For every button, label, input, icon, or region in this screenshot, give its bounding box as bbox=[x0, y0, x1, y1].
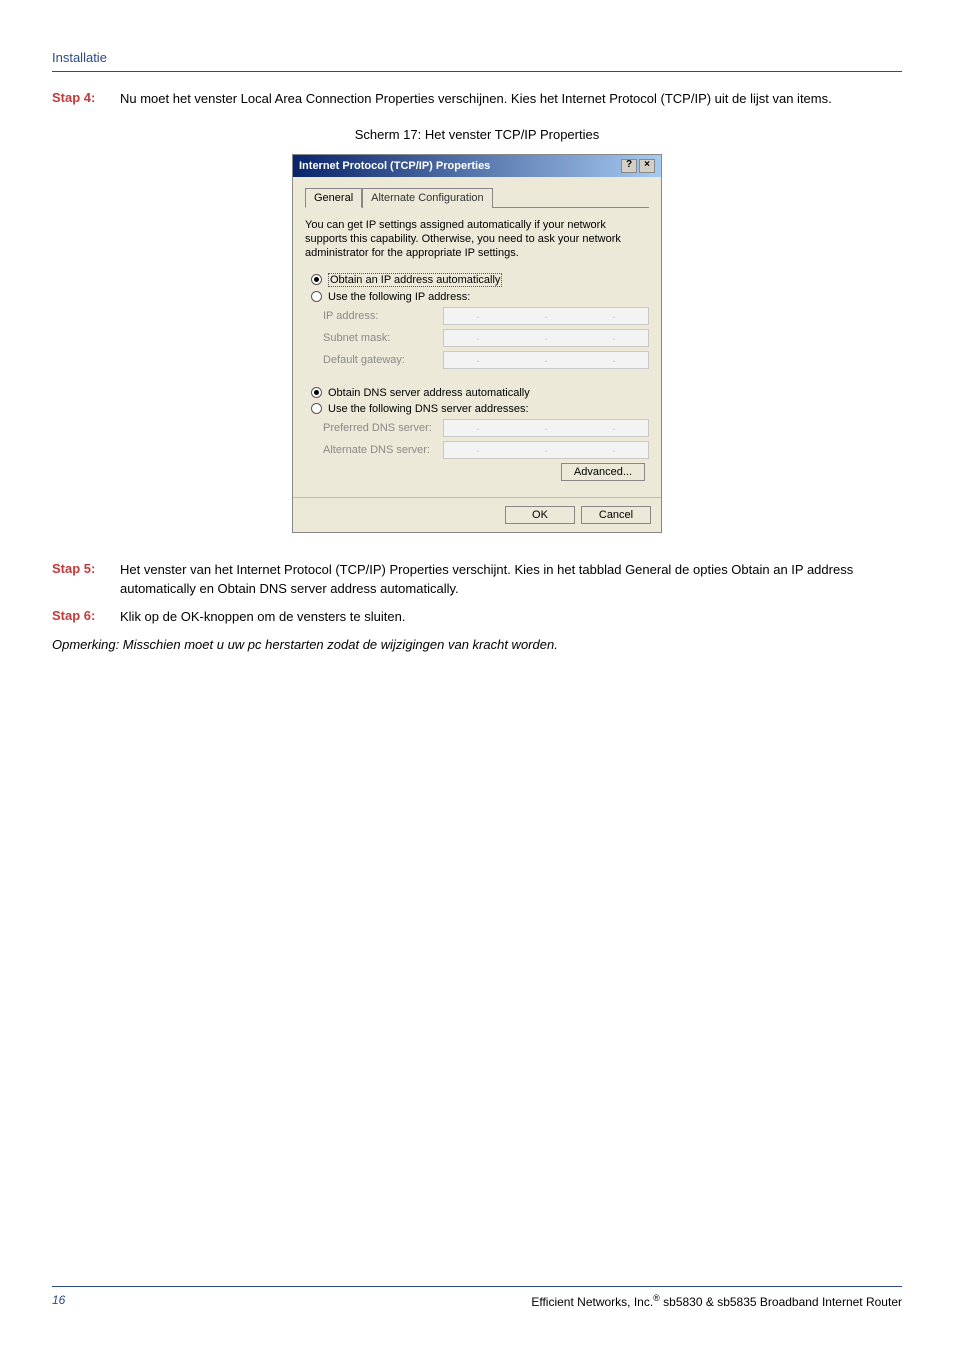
close-button[interactable]: × bbox=[639, 159, 655, 173]
dialog-footer: OK Cancel bbox=[293, 497, 661, 532]
advanced-button[interactable]: Advanced... bbox=[561, 463, 645, 481]
field-ip-address: IP address: ... bbox=[323, 307, 649, 325]
footer-company: Efficient Networks, Inc. bbox=[531, 1295, 653, 1309]
note-text: Opmerking: Misschien moet u uw pc hersta… bbox=[52, 637, 902, 652]
subnet-mask-label: Subnet mask: bbox=[323, 332, 443, 344]
radio-use-dns[interactable]: Use the following DNS server addresses: bbox=[311, 403, 649, 415]
step-5: Stap 5: Het venster van het Internet Pro… bbox=[52, 561, 902, 599]
cancel-button[interactable]: Cancel bbox=[581, 506, 651, 524]
figure-caption: Scherm 17: Het venster TCP/IP Properties bbox=[52, 127, 902, 142]
preferred-dns-label: Preferred DNS server: bbox=[323, 422, 443, 434]
alternate-dns-label: Alternate DNS server: bbox=[323, 444, 443, 456]
step-6: Stap 6: Klik op de OK-knoppen om de vens… bbox=[52, 608, 902, 627]
radio-icon bbox=[311, 274, 322, 285]
dialog-title: Internet Protocol (TCP/IP) Properties bbox=[299, 160, 619, 172]
radio-use-dns-label: Use the following DNS server addresses: bbox=[328, 403, 529, 415]
section-title: Installatie bbox=[52, 50, 902, 65]
radio-use-ip[interactable]: Use the following IP address: bbox=[311, 291, 649, 303]
preferred-dns-input: ... bbox=[443, 419, 649, 437]
registered-icon: ® bbox=[653, 1293, 660, 1303]
tcpip-properties-dialog: Internet Protocol (TCP/IP) Properties ? … bbox=[292, 154, 662, 533]
dialog-titlebar[interactable]: Internet Protocol (TCP/IP) Properties ? … bbox=[293, 155, 661, 177]
default-gateway-input: ... bbox=[443, 351, 649, 369]
footer-divider bbox=[52, 1286, 902, 1287]
radio-obtain-dns-label: Obtain DNS server address automatically bbox=[328, 387, 530, 399]
alternate-dns-input: ... bbox=[443, 441, 649, 459]
field-subnet-mask: Subnet mask: ... bbox=[323, 329, 649, 347]
step-4: Stap 4: Nu moet het venster Local Area C… bbox=[52, 90, 902, 109]
page-footer: 16 Efficient Networks, Inc.® sb5830 & sb… bbox=[52, 1286, 902, 1309]
default-gateway-label: Default gateway: bbox=[323, 354, 443, 366]
radio-icon bbox=[311, 403, 322, 414]
radio-obtain-ip[interactable]: Obtain an IP address automatically bbox=[311, 273, 649, 287]
ip-address-input: ... bbox=[443, 307, 649, 325]
dialog-tabs: General Alternate Configuration bbox=[305, 187, 649, 208]
step-4-label: Stap 4: bbox=[52, 90, 120, 109]
radio-obtain-ip-label: Obtain an IP address automatically bbox=[328, 273, 502, 287]
field-default-gateway: Default gateway: ... bbox=[323, 351, 649, 369]
radio-use-ip-label: Use the following IP address: bbox=[328, 291, 470, 303]
tab-alternate-configuration[interactable]: Alternate Configuration bbox=[362, 188, 493, 208]
help-button[interactable]: ? bbox=[621, 159, 637, 173]
step-5-text: Het venster van het Internet Protocol (T… bbox=[120, 561, 902, 599]
subnet-mask-input: ... bbox=[443, 329, 649, 347]
step-6-label: Stap 6: bbox=[52, 608, 120, 627]
step-6-text: Klik op de OK-knoppen om de vensters te … bbox=[120, 608, 902, 627]
step-4-text: Nu moet het venster Local Area Connectio… bbox=[120, 90, 902, 109]
field-preferred-dns: Preferred DNS server: ... bbox=[323, 419, 649, 437]
radio-icon bbox=[311, 387, 322, 398]
ip-address-label: IP address: bbox=[323, 310, 443, 322]
field-alternate-dns: Alternate DNS server: ... bbox=[323, 441, 649, 459]
radio-obtain-dns[interactable]: Obtain DNS server address automatically bbox=[311, 387, 649, 399]
section-divider bbox=[52, 71, 902, 72]
radio-icon bbox=[311, 291, 322, 302]
footer-product: sb5830 & sb5835 Broadband Internet Route… bbox=[660, 1295, 902, 1309]
ok-button[interactable]: OK bbox=[505, 506, 575, 524]
dialog-description: You can get IP settings assigned automat… bbox=[305, 218, 649, 261]
tab-general[interactable]: General bbox=[305, 188, 362, 208]
page-number: 16 bbox=[52, 1293, 65, 1309]
step-5-label: Stap 5: bbox=[52, 561, 120, 599]
footer-text: Efficient Networks, Inc.® sb5830 & sb583… bbox=[531, 1293, 902, 1309]
